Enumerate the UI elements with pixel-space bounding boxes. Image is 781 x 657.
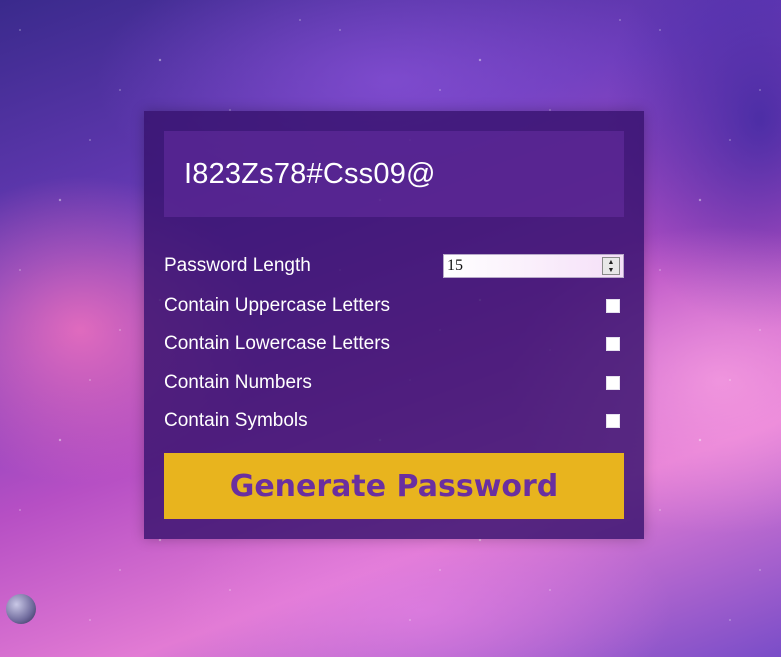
planet-decoration: [6, 594, 36, 624]
length-label: Password Length: [164, 255, 311, 276]
symbols-row: Contain Symbols: [164, 406, 624, 436]
length-value: 15: [447, 257, 463, 274]
uppercase-checkbox[interactable]: [606, 299, 620, 313]
password-result-display[interactable]: I823Zs78#Css09@: [164, 131, 624, 217]
generate-password-button[interactable]: Generate Password: [164, 453, 624, 519]
numbers-row: Contain Numbers: [164, 368, 624, 398]
lowercase-checkbox[interactable]: [606, 337, 620, 351]
spin-down-icon[interactable]: ▼: [608, 266, 615, 274]
lowercase-label: Contain Lowercase Letters: [164, 333, 391, 354]
numbers-label: Contain Numbers: [164, 372, 312, 393]
uppercase-label: Contain Uppercase Letters: [164, 295, 391, 316]
lowercase-row: Contain Lowercase Letters: [164, 329, 624, 359]
numbers-checkbox[interactable]: [606, 376, 620, 390]
password-generator-card: I823Zs78#Css09@ Password Length 15 ▲ ▼ C…: [144, 111, 644, 539]
spinner-icon[interactable]: ▲ ▼: [602, 257, 620, 275]
length-row: Password Length 15 ▲ ▼: [164, 251, 624, 281]
uppercase-row: Contain Uppercase Letters: [164, 291, 624, 321]
length-number-input[interactable]: 15 ▲ ▼: [443, 254, 624, 278]
symbols-label: Contain Symbols: [164, 410, 308, 431]
spin-up-icon[interactable]: ▲: [608, 258, 615, 266]
symbols-checkbox[interactable]: [606, 414, 620, 428]
